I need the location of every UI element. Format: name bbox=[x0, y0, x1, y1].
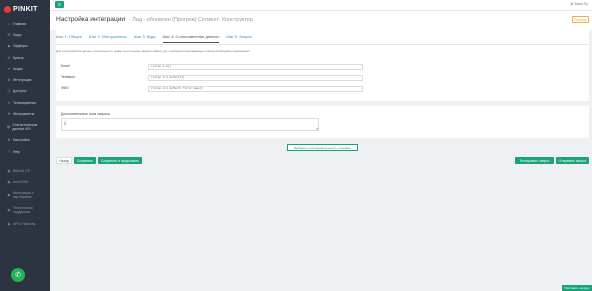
test-request-button[interactable]: Тестировать запрос bbox=[515, 157, 554, 164]
sidebar-item-label: Help bbox=[13, 149, 20, 154]
sidebar-item-label: Офферы bbox=[13, 44, 28, 49]
extra-fields-textarea[interactable]: {} ◢ bbox=[61, 118, 319, 131]
sidebar-item[interactable]: ◉ Bitrix24 CP bbox=[0, 165, 50, 176]
sidebar-item-label: Bitrix24 CP bbox=[13, 168, 30, 173]
leads-icon: ☰ bbox=[7, 32, 11, 37]
resize-handle-icon[interactable]: ◢ bbox=[316, 126, 318, 130]
stocks-icon: ✦ bbox=[7, 66, 11, 71]
ask-question-button[interactable]: Поставить вопрос bbox=[562, 285, 592, 291]
chat-support-icon[interactable]: ✆ bbox=[11, 268, 25, 282]
sidebar-item-label: Инструменты bbox=[13, 112, 35, 117]
step-tab[interactable]: Шаг 2: Инструменты bbox=[89, 34, 127, 43]
sidebar-item[interactable]: ⚒ Инструменты bbox=[0, 108, 50, 119]
topbar: ≡ ⊕ Вася Пу bbox=[50, 0, 592, 11]
logo-mark-icon bbox=[4, 6, 11, 13]
mapping-field-input[interactable]: {{step.1.0}} bbox=[148, 64, 363, 70]
step-tabs: Шаг 1: Общее Шаг 2: Инструменты Шаг 3: Куд… bbox=[56, 34, 259, 43]
home-icon: ⌂ bbox=[7, 21, 11, 26]
calls-icon: ✆ bbox=[7, 55, 11, 60]
mapping-field-row: ФИО {{step.2.0 default first_name}} bbox=[59, 86, 363, 92]
save-continue-button[interactable]: Сохранить и продолжить bbox=[98, 157, 142, 164]
step-tab[interactable]: Шаг 3: Куда bbox=[134, 34, 156, 43]
sidebar-item-label: Доступы bbox=[13, 89, 27, 94]
sidebar-item[interactable]: ☰ Лиды bbox=[0, 29, 50, 40]
settings-icon: ⚙ bbox=[7, 138, 11, 143]
page-subtitle: - Лид - обновлен (Прогрев) Сегмент: Конс… bbox=[129, 17, 253, 23]
mapping-field-label: ФИО bbox=[61, 86, 69, 90]
extra-fields-value: {} bbox=[64, 121, 67, 125]
sidebar-item[interactable]: ◆ Офферы bbox=[0, 41, 50, 52]
step-tab[interactable]: Шаг 1: Общее bbox=[56, 34, 82, 43]
help-button[interactable]: Помощь bbox=[572, 16, 589, 23]
sidebar-item[interactable]: ▤ Статистические данные API bbox=[0, 120, 50, 135]
partner-icon: ◉ bbox=[7, 193, 11, 198]
sidebar-item-label: Статистические данные API bbox=[12, 123, 38, 132]
sidebar-item[interactable]: ◉ Интеграции с партнерами bbox=[0, 188, 50, 203]
sidebar-item[interactable]: ◉ Техническая поддержка bbox=[0, 203, 50, 218]
sidebar-item[interactable]: ⚙ Настройки bbox=[0, 135, 50, 146]
sidebar-item-label: Лиды bbox=[13, 32, 22, 37]
page-title: Настройка интеграции bbox=[56, 16, 126, 23]
integration-icon: ⚙ bbox=[7, 78, 11, 83]
logo[interactable]: PINKIT bbox=[0, 0, 50, 16]
bitrix-icon: ◉ bbox=[7, 168, 11, 173]
tools-icon: ⚒ bbox=[7, 112, 11, 117]
tabs-divider bbox=[56, 44, 589, 45]
mapping-field-label: Email bbox=[61, 64, 70, 68]
sidebar-item[interactable]: ⚿ Доступы bbox=[0, 86, 50, 97]
sidebar-item-label: AmoCRM bbox=[13, 180, 28, 185]
sidebar-item-label: API и Пиксель bbox=[13, 221, 36, 226]
help-icon: ? bbox=[8, 149, 10, 154]
sidebar-item[interactable]: ✈ Телемаркетинг bbox=[0, 97, 50, 108]
api-icon: ◉ bbox=[7, 221, 11, 226]
amo-icon: ◉ bbox=[7, 180, 11, 185]
logo-text: PINKIT bbox=[13, 6, 38, 13]
back-button[interactable]: Назад bbox=[56, 157, 72, 164]
offers-icon: ◆ bbox=[7, 44, 11, 49]
sidebar-item-label: Настройки bbox=[13, 138, 30, 143]
mapping-field-input[interactable]: {{step.2.0 default first_name}} bbox=[148, 86, 363, 92]
sidebar-item[interactable]: ✆ Купить bbox=[0, 52, 50, 63]
sidebar-item-label: Купить bbox=[13, 55, 24, 60]
mapping-panel: Шаг 1: Общее Шаг 2: Инструменты Шаг 3: Куд… bbox=[56, 30, 589, 101]
access-icon: ⚿ bbox=[7, 89, 11, 94]
mapping-field-row: Телефон {{step.2.0 default}} bbox=[59, 75, 363, 81]
mapping-hint: Для сопоставления данных, полученных по … bbox=[56, 49, 251, 53]
mapping-field-row: Email {{step.1.0}} bbox=[59, 64, 363, 70]
sidebar-item[interactable]: ◉ AmoCRM bbox=[0, 177, 50, 188]
sidebar-item[interactable]: ? Help bbox=[0, 146, 50, 157]
sidebar-item-label: Интеграции bbox=[13, 78, 32, 83]
stats-icon: ▤ bbox=[7, 125, 11, 130]
step-tab[interactable]: Шаг 5: Запуск bbox=[226, 34, 251, 43]
sidebar: PINKIT ⌂ Главная ☰ Лиды ◆ Офферы ✆ Купить ✦ Акции… bbox=[0, 0, 50, 291]
sidebar-item-label: Телемаркетинг bbox=[13, 100, 37, 105]
extra-fields-label: Дополнительные поля запроса bbox=[61, 112, 110, 116]
sidebar-item-label: Техническая поддержка bbox=[12, 206, 33, 215]
sidebar-separator bbox=[0, 157, 50, 163]
sidebar-nav: ⌂ Главная ☰ Лиды ◆ Офферы ✆ Купить ✦ Акции ⚙ Интегр… bbox=[0, 18, 50, 157]
telegram-icon: ✈ bbox=[7, 100, 11, 105]
add-sequence-button[interactable]: Добавить последовательность отправки bbox=[287, 144, 358, 151]
send-request-button[interactable]: Отправить запрос bbox=[556, 157, 589, 164]
user-menu[interactable]: ⊕ Вася Пу bbox=[570, 2, 588, 6]
save-button[interactable]: Сохранить bbox=[74, 157, 96, 164]
sidebar-item[interactable]: ⌂ Главная bbox=[0, 18, 50, 29]
support-icon: ◉ bbox=[7, 208, 11, 213]
sidebar-item-label: Акции bbox=[13, 66, 23, 71]
sidebar-item[interactable]: ✦ Акции bbox=[0, 63, 50, 74]
page-header: Настройка интеграции - Лид - обновлен (П… bbox=[50, 11, 592, 30]
mapping-field-input[interactable]: {{step.2.0 default}} bbox=[148, 75, 363, 81]
sidebar-item[interactable]: ◉ API и Пиксель bbox=[0, 218, 50, 229]
sidebar-item-label: Главная bbox=[13, 21, 26, 26]
extra-fields-panel: Дополнительные поля запроса {} ◢ bbox=[56, 106, 589, 138]
step-tab[interactable]: Шаг 4: Сопоставление данных bbox=[162, 34, 220, 43]
mapping-field-label: Телефон bbox=[61, 75, 76, 79]
sidebar-item-label: Интеграции с партнерами bbox=[12, 191, 34, 200]
sidebar-nav-secondary: ◉ Bitrix24 CP ◉ AmoCRM ◉ Интеграции с партнер… bbox=[0, 165, 50, 229]
menu-toggle-icon[interactable]: ≡ bbox=[55, 1, 64, 8]
sidebar-item[interactable]: ⚙ Интеграции bbox=[0, 74, 50, 85]
